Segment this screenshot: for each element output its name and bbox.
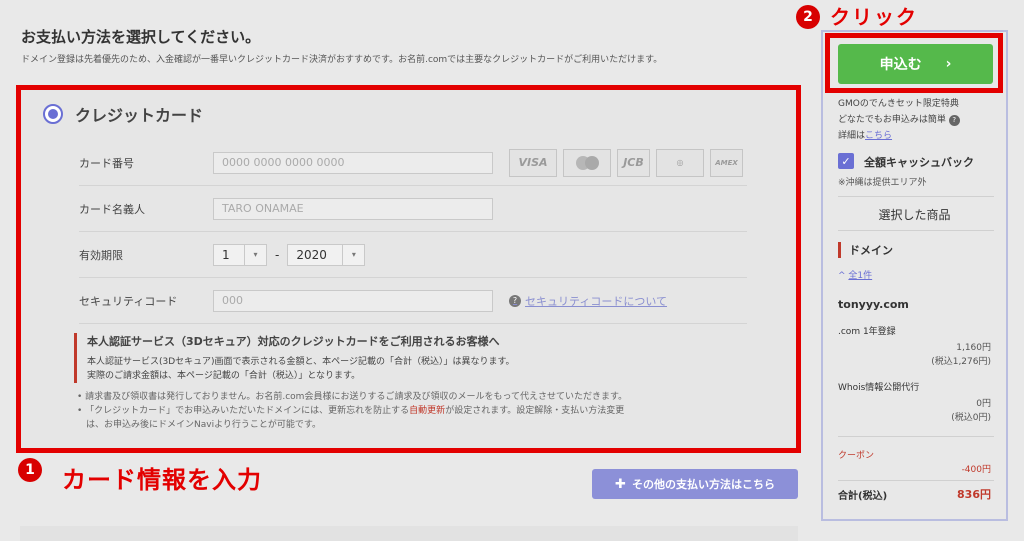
step2-badge: 2 [796, 5, 820, 29]
expiry-row: 有効期限 1 ▾ - 2020 ▾ [79, 232, 747, 278]
total-value: 836円 [957, 488, 991, 501]
divider [838, 230, 994, 231]
security-code-help-link[interactable]: ? セキュリティコードについて [509, 293, 667, 309]
registration-label: .com 1年登録 [838, 327, 896, 337]
domain-count-toggle[interactable]: ^ 全1件 [838, 268, 872, 281]
chevron-right-icon: › [945, 56, 952, 72]
divider [838, 480, 994, 481]
jcb-logo-icon: JCB [617, 148, 650, 177]
step1-instruction: カード情報を入力 [62, 466, 262, 494]
domain-section-header: ドメイン [838, 242, 893, 258]
promo-details: 詳細はこちら [838, 131, 893, 141]
note-invoice: • 請求書及び領収書は発行しておりません。お名前.com会員様にお送りするご請求… [77, 392, 628, 402]
selected-items-title: 選択した商品 [878, 208, 951, 222]
okinawa-note: ※沖縄は提供エリア外 [838, 178, 927, 188]
card-name-row: カード名義人 TARO ONAMAE [79, 186, 747, 232]
security-code-input[interactable]: 000 [213, 289, 493, 312]
total-label: 合計(税込) [838, 491, 888, 502]
whois-price-tax: (税込0円) [951, 413, 991, 423]
payment-heading: お支払い方法を選択してください。 [21, 28, 261, 46]
credit-card-panel: クレジットカード カード番号 0000 0000 0000 0000 VISA … [16, 85, 801, 453]
3d-secure-title: 本人認証サービス（3Dセキュア）対応のクレジットカードをご利用されるお客様へ [87, 335, 500, 348]
promo-line2: どなたでもお申込みは簡単 ? [838, 112, 960, 128]
payment-subnote: ドメイン登録は先着優先のため、入金確認が一番早いクレジットカード決済がおすすめで… [21, 55, 663, 65]
whois-price: 0円 [976, 399, 991, 409]
security-code-row: セキュリティコード 000 ? セキュリティコードについて [79, 278, 747, 324]
card-name-label: カード名義人 [79, 202, 145, 216]
expiry-year-select[interactable]: 2020 ▾ [287, 243, 366, 266]
registration-price: 1,160円 [956, 343, 991, 353]
credit-card-radio[interactable] [43, 104, 63, 124]
mastercard-logo-icon [563, 148, 611, 177]
card-name-input[interactable]: TARO ONAMAE [213, 197, 493, 220]
apply-button[interactable]: 申込む › [838, 44, 993, 84]
expiry-label: 有効期限 [79, 248, 123, 262]
question-icon[interactable]: ? [948, 114, 960, 126]
apply-button-label: 申込む [879, 57, 922, 73]
domain-name: tonyyy.com [838, 298, 909, 311]
divider [838, 436, 994, 437]
expiry-year-value: 2020 [296, 247, 327, 262]
divider [838, 196, 994, 197]
chevron-up-icon: ^ [838, 271, 849, 281]
expiry-separator: - [275, 247, 280, 262]
note-domain-navi: は、お申込み後にドメインNaviより行うことが可能です。 [77, 420, 321, 430]
card-number-input[interactable]: 0000 0000 0000 0000 [213, 151, 493, 174]
visa-logo-icon: VISA [509, 148, 557, 177]
diners-logo-icon: ◎ [656, 148, 704, 177]
step2-instruction: クリック [830, 5, 918, 29]
cashback-label: 全額キャッシュバック [864, 156, 974, 169]
whois-label: Whois情報公開代行 [838, 383, 920, 393]
other-payment-label: その他の支払い方法はこちら [631, 478, 775, 491]
payment-notes: • 請求書及び領収書は発行しておりません。お名前.com会員様にお送りするご請求… [77, 390, 757, 432]
question-icon: ? [509, 294, 521, 307]
step1-badge: 1 [18, 458, 42, 482]
promo-details-link[interactable]: こちら [865, 131, 892, 141]
card-number-label: カード番号 [79, 156, 134, 170]
cashback-checkbox[interactable]: ✓ [838, 153, 854, 169]
card-brand-logos: VISA JCB ◎ AMEX [509, 148, 743, 177]
coupon-value: -400円 [961, 465, 991, 475]
card-number-row: カード番号 0000 0000 0000 0000 VISA JCB ◎ AME… [79, 140, 747, 186]
amex-logo-icon: AMEX [710, 148, 743, 177]
coupon-label: クーポン [838, 451, 875, 461]
credit-card-title: クレジットカード [75, 106, 204, 125]
security-code-help-label: セキュリティコードについて [525, 294, 668, 308]
chevron-down-icon: ▾ [342, 244, 364, 265]
other-payment-button[interactable]: ✚ その他の支払い方法はこちら [592, 469, 798, 499]
auto-renew-link[interactable]: 自動更新 [409, 406, 445, 416]
promo-line1: GMOのでんきセット限定特典 [838, 99, 959, 109]
expiry-month-value: 1 [222, 247, 230, 262]
plus-icon: ✚ [615, 476, 626, 492]
chevron-down-icon: ▾ [244, 244, 266, 265]
bottom-strip [20, 526, 798, 541]
3d-secure-notice: 本人認証サービス（3Dセキュア）対応のクレジットカードをご利用されるお客様へ 本… [74, 333, 754, 383]
registration-price-tax: (税込1,276円) [931, 357, 991, 367]
3d-secure-line2: 実際のご請求金額は、本ページ記載の「合計（税込）」となります。 [87, 371, 361, 381]
note-auto-renew: • 「クレジットカード」でお申込みいただいたドメインには、更新忘れを防止する自動… [77, 406, 625, 416]
expiry-month-select[interactable]: 1 ▾ [213, 243, 267, 266]
security-code-label: セキュリティコード [79, 294, 178, 308]
credit-card-option[interactable]: クレジットカード [43, 102, 203, 126]
3d-secure-line1: 本人認証サービス(3Dセキュア)画面で表示される金額と、本ページ記載の「合計（税… [87, 357, 515, 367]
